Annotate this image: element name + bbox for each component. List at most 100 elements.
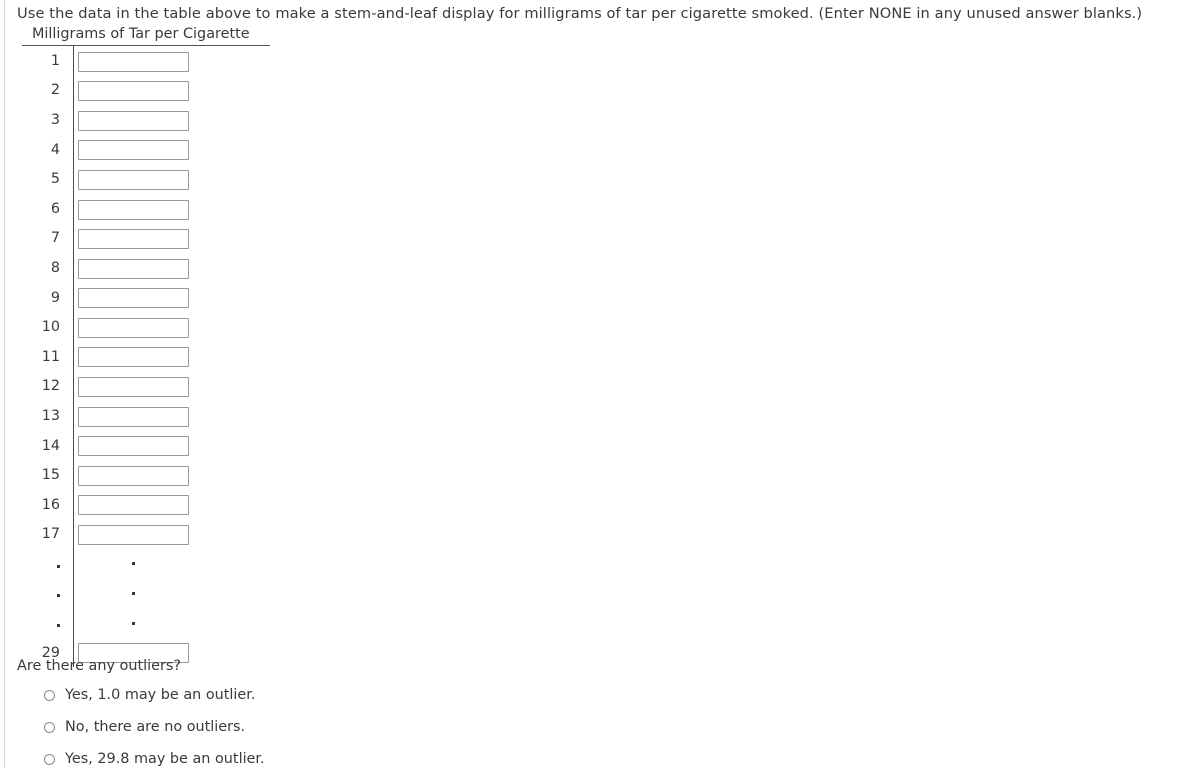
leaf-cell [78,228,189,250]
outlier-option-0[interactable]: Yes, 1.0 may be an outlier. [44,679,265,711]
table-row: 8 [22,253,272,283]
stem-value: 9 [50,289,60,306]
leaf-cell [78,316,189,338]
ellipsis-dot-right [78,562,189,566]
ellipsis-dot-left [22,586,66,600]
stem-value: 3 [50,111,60,128]
question-prompt: Use the data in the table above to make … [17,5,1143,22]
leaf-cell [78,405,189,427]
table-row-ellipsis [22,608,272,638]
stem-value: 11 [41,348,60,365]
page-left-rule [4,0,5,768]
stem-value: 1 [50,52,60,69]
table-row: 11 [22,342,272,372]
leaf-answer-input-14[interactable] [78,436,189,457]
ellipsis-dot-right [78,591,189,595]
dot-icon [132,562,135,566]
table-row: 9 [22,283,272,313]
dot-icon [132,591,135,595]
leaf-answer-input-13[interactable] [78,406,189,427]
leaf-cell [78,109,189,131]
radio-button-icon[interactable] [44,689,55,701]
leaf-cell [78,139,189,161]
table-row-ellipsis [22,579,272,609]
stem-value: 17 [41,526,60,543]
outlier-option-label: No, there are no outliers. [65,719,246,735]
table-row: 17 [22,520,272,550]
stem-value: 8 [50,259,60,276]
outlier-options-group: Yes, 1.0 may be an outlier. No, there are… [44,679,265,775]
stem-value: 6 [50,200,60,217]
leaf-answer-input-9[interactable] [78,288,189,309]
table-row: 1 [22,46,272,76]
stem-value: 5 [50,171,60,188]
table-row: 10 [22,312,272,342]
table-row-ellipsis [22,549,272,579]
stem-value: 10 [41,319,60,336]
ellipsis-dot-right [78,621,189,625]
leaf-cell [78,198,189,220]
leaf-cell [78,464,189,486]
table-row: 15 [22,460,272,490]
table-row: 14 [22,431,272,461]
leaf-answer-input-16[interactable] [78,495,189,516]
outlier-question-label: Are there any outliers? [17,658,182,674]
table-row: 4 [22,135,272,165]
outlier-option-1[interactable]: No, there are no outliers. [44,711,265,743]
ellipsis-dot-left [22,557,66,571]
radio-button-icon[interactable] [44,721,55,733]
leaf-cell [78,257,189,279]
outlier-option-2[interactable]: Yes, 29.8 may be an outlier. [44,743,265,775]
leaf-cell [78,346,189,368]
leaf-cell [78,50,189,72]
table-row: 2 [22,76,272,106]
leaf-answer-input-15[interactable] [78,465,189,486]
leaf-answer-input-6[interactable] [78,199,189,220]
leaf-answer-input-10[interactable] [78,317,189,338]
leaf-answer-input-2[interactable] [78,81,189,102]
table-row: 13 [22,401,272,431]
table-rows: 1 2 3 4 5 6 7 8 9 10 11 12 13 14 15 16 17 29 [22,46,272,667]
leaf-cell [78,376,189,398]
leaf-cell [78,524,189,546]
leaf-answer-input-12[interactable] [78,377,189,398]
table-row: 16 [22,490,272,520]
outlier-option-label: Yes, 1.0 may be an outlier. [65,687,256,703]
leaf-cell [78,80,189,102]
table-row: 12 [22,372,272,402]
leaf-cell [78,168,189,190]
leaf-answer-input-1[interactable] [78,51,189,72]
table-row: 3 [22,105,272,135]
leaf-answer-input-3[interactable] [78,110,189,131]
leaf-answer-input-11[interactable] [78,347,189,368]
leaf-cell [78,435,189,457]
table-row: 5 [22,164,272,194]
stem-value: 2 [50,82,60,99]
dot-icon [57,624,60,628]
leaf-answer-input-8[interactable] [78,258,189,279]
leaf-cell [78,494,189,516]
stem-value: 13 [41,407,60,424]
leaf-answer-input-5[interactable] [78,169,189,190]
table-body: 1 2 3 4 5 6 7 8 9 10 11 12 13 14 15 16 17 29 [22,46,272,668]
ellipsis-dot-left [22,616,66,630]
stem-value: 14 [41,437,60,454]
dot-icon [57,564,60,568]
stem-value: 4 [50,141,60,158]
dot-icon [132,621,135,625]
radio-button-icon[interactable] [44,753,55,765]
stem-leaf-divider [73,46,74,668]
stem-value: 12 [41,378,60,395]
stem-value: 7 [50,230,60,247]
leaf-answer-input-17[interactable] [78,525,189,546]
leaf-answer-input-4[interactable] [78,140,189,161]
leaf-cell [78,287,189,309]
outlier-option-label: Yes, 29.8 may be an outlier. [65,751,265,767]
stem-value: 16 [41,496,60,513]
table-row: 7 [22,224,272,254]
stem-value: 15 [41,467,60,484]
leaf-answer-input-7[interactable] [78,229,189,250]
stem-and-leaf-table: Milligrams of Tar per Cigarette 12345678… [22,25,272,668]
table-row: 6 [22,194,272,224]
dot-icon [57,594,60,598]
